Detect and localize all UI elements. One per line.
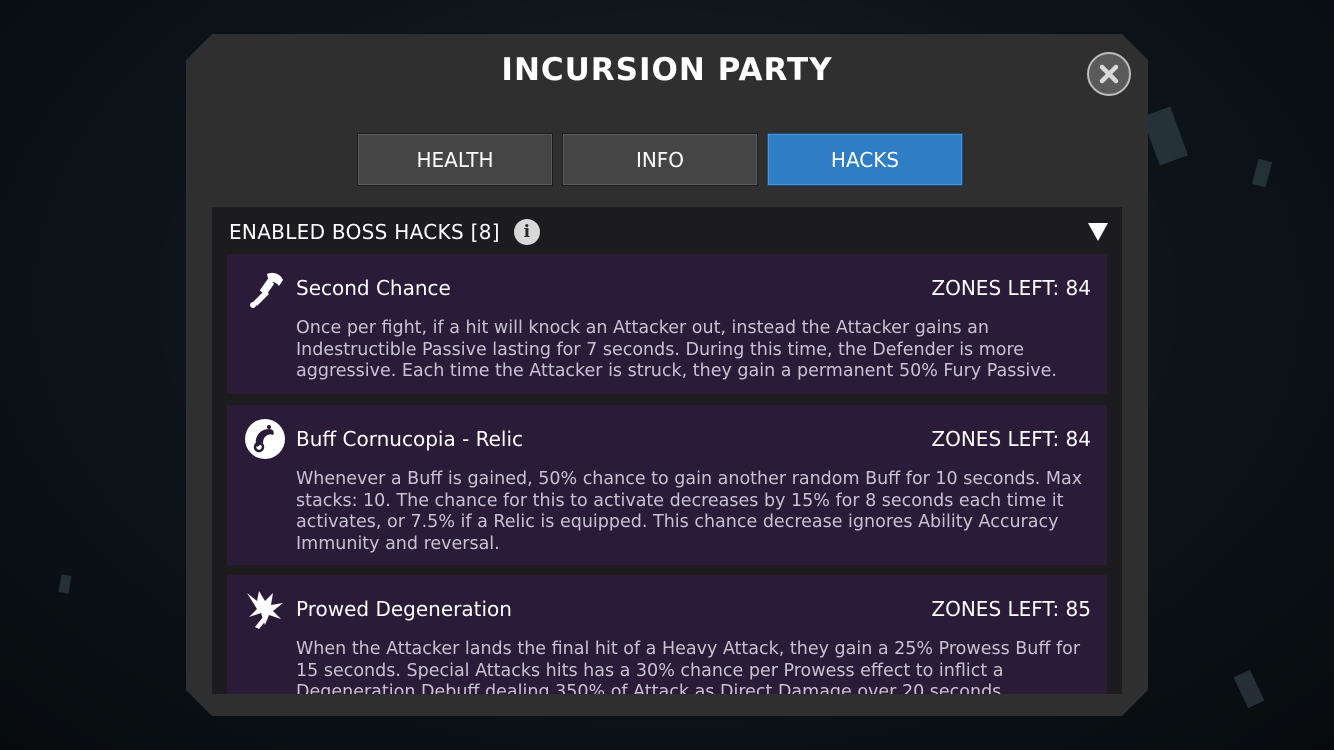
hack-description: Whenever a Buff is gained, 50% chance to… xyxy=(296,469,1083,554)
info-icon[interactable]: i xyxy=(514,219,540,245)
zones-left: ZONES LEFT: 85 xyxy=(931,597,1091,621)
hack-card-buff-cornucopia: Buff Cornucopia - Relic ZONES LEFT: 84 W… xyxy=(227,405,1107,565)
background-crystal xyxy=(1233,669,1265,709)
hammer-icon xyxy=(243,268,287,312)
hack-name: Prowed Degeneration xyxy=(296,597,512,621)
background-crystal xyxy=(58,574,72,594)
boss-hacks-list[interactable]: ENABLED BOSS HACKS [8] i Second Chance Z… xyxy=(212,207,1122,694)
hack-description: Once per fight, if a hit will knock an A… xyxy=(296,318,1057,381)
hack-name: Buff Cornucopia - Relic xyxy=(296,427,524,451)
boss-hacks-title: ENABLED BOSS HACKS [8] xyxy=(229,220,500,244)
background-crystal xyxy=(1251,158,1273,188)
tab-hacks[interactable]: HACKS xyxy=(767,133,963,186)
close-x-icon xyxy=(1097,62,1121,86)
background-crystal xyxy=(1142,106,1188,166)
hack-description: When the Attacker lands the final hit of… xyxy=(296,639,1081,694)
cornucopia-icon xyxy=(243,417,287,461)
hack-card-second-chance: Second Chance ZONES LEFT: 84 Once per fi… xyxy=(227,254,1107,394)
incursion-party-dialog: INCURSION PARTY HEALTH INFO HACKS ENABLE… xyxy=(186,34,1148,716)
burst-icon xyxy=(243,587,287,631)
close-button[interactable] xyxy=(1087,52,1131,96)
tab-bar: HEALTH INFO HACKS xyxy=(357,133,963,186)
tab-health[interactable]: HEALTH xyxy=(357,133,553,186)
tab-info[interactable]: INFO xyxy=(562,133,758,186)
zones-left: ZONES LEFT: 84 xyxy=(931,276,1091,300)
triangle-down-icon[interactable] xyxy=(1088,223,1108,241)
hack-name: Second Chance xyxy=(296,276,451,300)
dialog-title: INCURSION PARTY xyxy=(501,52,833,88)
zones-left: ZONES LEFT: 84 xyxy=(931,427,1091,451)
boss-hacks-header[interactable]: ENABLED BOSS HACKS [8] i xyxy=(229,217,1108,247)
hack-card-prowed-degeneration: Prowed Degeneration ZONES LEFT: 85 When … xyxy=(227,575,1107,694)
